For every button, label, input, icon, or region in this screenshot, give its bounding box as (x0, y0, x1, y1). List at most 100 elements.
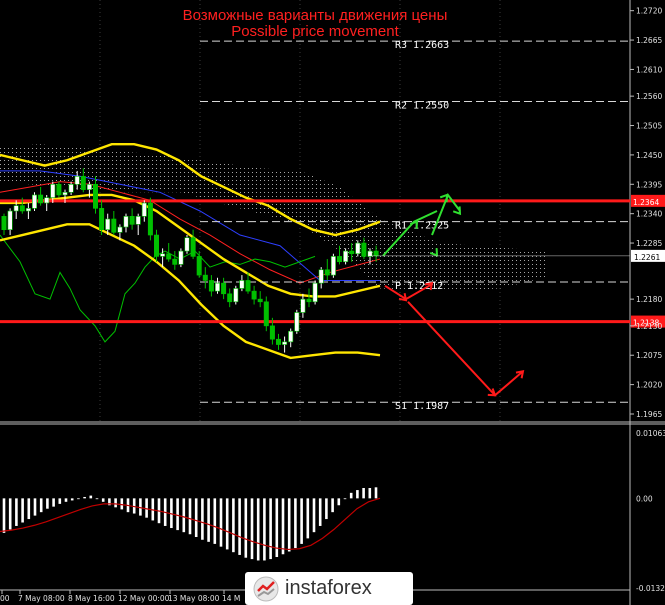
candle-body (7, 210, 13, 230)
candle-body (239, 280, 245, 289)
macd-histogram-bar (101, 498, 105, 502)
candle-body (129, 216, 135, 225)
candle-body (263, 301, 269, 327)
macd-histogram-bar (374, 487, 378, 499)
candle-body (288, 330, 294, 343)
candle-body (44, 197, 50, 204)
candle-body (367, 250, 373, 257)
macd-histogram-bar (325, 498, 328, 520)
candle-body (227, 293, 233, 303)
macd-histogram-bar (306, 498, 310, 539)
price-tick-label: 1.2450 (636, 151, 662, 160)
macd-histogram-bar (244, 498, 248, 558)
macd-histogram-bar (114, 498, 117, 508)
price-tick-label: 1.2505 (636, 122, 662, 131)
candle-body (257, 298, 263, 303)
candle-body (68, 183, 74, 193)
candle-body (135, 216, 141, 225)
macd-histogram-bar (8, 498, 12, 530)
candle-body (56, 183, 62, 196)
macd-histogram-bar (263, 498, 266, 561)
macd-histogram-bar (213, 498, 217, 544)
candle-body (160, 253, 166, 257)
macd-histogram-bar (368, 488, 372, 499)
macd-histogram-bar (300, 498, 303, 544)
price-tick-label: 1.2340 (636, 210, 662, 219)
time-tick-label: 13 May 08:00 (168, 594, 220, 603)
macd-histogram-bar (15, 498, 18, 526)
logo-text: instaforex (285, 577, 372, 599)
time-tick-label: 8 May 16:00 (68, 594, 115, 603)
macd-histogram-bar (95, 498, 99, 500)
macd-histogram-bar (182, 498, 186, 533)
candle-body (1, 216, 7, 230)
candle-body (282, 341, 288, 345)
price-tick-label: 1.1965 (636, 410, 662, 419)
macd-histogram-bar (21, 498, 24, 523)
candle-body (166, 253, 172, 260)
chart-title-english: Possible price movement (231, 23, 399, 40)
candle-body (38, 194, 44, 204)
macd-histogram-bar (294, 498, 297, 549)
candle-body (25, 208, 31, 212)
pivot-label-p: P 1.2212 (395, 281, 443, 292)
macd-histogram-bar (281, 498, 285, 555)
candle-body (324, 269, 330, 276)
price-tick-label: 1.2130 (636, 322, 662, 331)
candle-body (221, 282, 227, 295)
candle-body (330, 256, 336, 276)
pivot-label-s1: S1 1.1987 (395, 401, 449, 412)
candle-body (13, 205, 19, 212)
macd-tick-label: 0.01063 (636, 429, 665, 438)
chart-background (0, 0, 665, 605)
macd-histogram-bar (362, 488, 365, 499)
macd-histogram-bar (77, 498, 80, 500)
candle-body (50, 183, 56, 198)
macd-histogram-bar (46, 498, 49, 509)
macd-histogram-bar (232, 498, 235, 553)
candle-body (62, 192, 68, 196)
candle-body (275, 338, 281, 345)
macd-histogram-bar (176, 498, 179, 531)
macd-histogram-bar (356, 490, 359, 499)
candle-body (141, 202, 147, 217)
price-tick-label: 1.2020 (636, 381, 662, 390)
macd-histogram-bar (287, 498, 291, 552)
candle-body (343, 250, 349, 263)
macd-histogram-bar (58, 498, 62, 504)
macd-histogram-bar (2, 498, 6, 533)
price-tick-label: 1.2395 (636, 180, 662, 189)
candle-body (147, 202, 153, 236)
candle-body (361, 242, 367, 257)
candle-body (202, 274, 208, 281)
price-tick-label: 1.2075 (636, 351, 662, 360)
macd-histogram-bar (318, 498, 322, 526)
candle-body (355, 242, 361, 255)
current-price-label: 1.2261 (634, 253, 660, 262)
macd-histogram-bar (70, 498, 74, 501)
price-tick-label: 1.2285 (636, 239, 662, 248)
candle-body (31, 194, 37, 209)
macd-histogram-bar (256, 498, 260, 561)
candle-body (349, 250, 355, 255)
macd-histogram-bar (331, 498, 334, 513)
candle-body (373, 250, 379, 257)
candle-body (184, 237, 190, 252)
candle-body (80, 175, 86, 190)
price-chart: R3 1.2663 R2 1.2550 R1 1.2325 P 1.2212 S1 1.… (0, 0, 665, 605)
pivot-label-r1: R1 1.2325 (395, 221, 449, 232)
time-tick-label: 7 May 08:00 (18, 594, 65, 603)
macd-histogram-bar (269, 498, 272, 560)
candle-body (190, 237, 196, 257)
price-tick-label: 1.2720 (636, 7, 662, 16)
macd-histogram-bar (343, 498, 347, 500)
candle-body (111, 218, 117, 233)
macd-histogram-bar (207, 498, 210, 542)
macd-histogram-bar (27, 498, 31, 520)
candle-body (117, 226, 123, 233)
macd-histogram-bar (39, 498, 43, 513)
candle-body (294, 312, 300, 332)
macd-histogram-bar (219, 498, 223, 547)
price-tick-label: 1.2560 (636, 92, 662, 101)
candle-body (233, 288, 239, 303)
